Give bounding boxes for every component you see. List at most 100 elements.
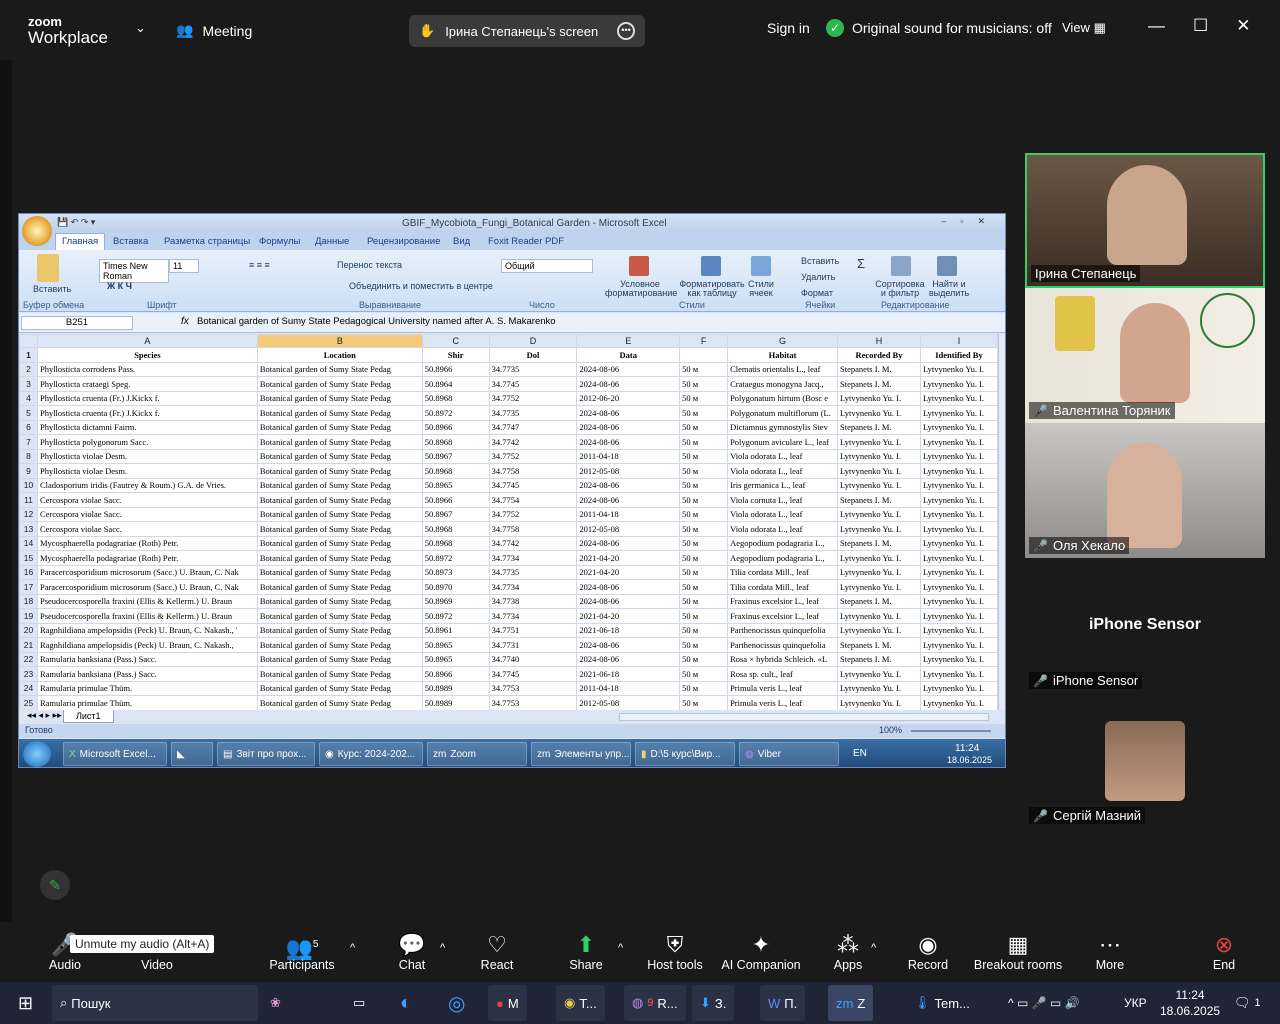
cell[interactable]: 50 м — [679, 622, 729, 638]
cell[interactable]: Viola odorata L., leaf — [727, 506, 839, 522]
cell[interactable]: Lytvynenko Yu. I. — [837, 434, 921, 450]
cell[interactable]: Botanical garden of Sumy State Pedag — [256, 680, 423, 696]
host-lang[interactable]: УКР — [1116, 985, 1155, 1021]
cell[interactable]: 34.7731 — [488, 637, 578, 653]
cell[interactable]: Lytvynenko Yu. I. — [837, 579, 921, 595]
view-button[interactable]: View ▦ — [1062, 20, 1106, 36]
cell[interactable]: Lytvynenko Yu. I. — [919, 666, 998, 682]
cell[interactable]: Phyllosticta polygonorum Sacc. — [36, 434, 258, 450]
column-header[interactable]: B — [256, 334, 423, 348]
cell[interactable]: 50.8968 — [421, 434, 490, 450]
taskbar-downloads[interactable]: ⬇ З. — [692, 985, 735, 1021]
row-number[interactable]: 24 — [19, 680, 38, 696]
cell[interactable]: Aegopodium podagraria L., — [727, 550, 839, 566]
cell[interactable]: Botanical garden of Sumy State Pedag — [256, 651, 423, 667]
cell[interactable]: 34.7734 — [488, 608, 578, 624]
notifications-icon[interactable]: 🗨 1 — [1226, 985, 1269, 1021]
select-all-corner[interactable] — [19, 334, 38, 348]
row-number[interactable]: 18 — [19, 593, 38, 609]
cell[interactable]: Lytvynenko Yu. I. — [919, 376, 998, 392]
host-clock[interactable]: 11:24 18.06.2025 — [1160, 987, 1220, 1019]
cell[interactable]: Lytvynenko Yu. I. — [919, 608, 998, 624]
column-header[interactable]: D — [488, 334, 578, 348]
edge-icon[interactable]: ◐ — [392, 985, 420, 1021]
cell[interactable]: 2024-08-06 — [576, 579, 681, 595]
cell[interactable]: 50 м — [679, 608, 729, 624]
cell[interactable]: 50.8989 — [421, 695, 490, 710]
paste-icon[interactable] — [37, 254, 59, 282]
column-header[interactable]: F — [679, 334, 729, 348]
conditional-format-icon[interactable] — [629, 256, 649, 276]
cell[interactable]: 50 м — [679, 564, 729, 580]
row-number[interactable]: 16 — [19, 564, 38, 580]
task-chrome[interactable]: ◉ Курс: 2024-202... — [319, 742, 423, 766]
cell[interactable]: Botanical garden of Sumy State Pedag — [256, 593, 423, 609]
cell[interactable]: Botanical garden of Sumy State Pedag — [256, 390, 423, 406]
task-vs[interactable]: ◣ — [171, 742, 213, 766]
cell[interactable]: 34.7752 — [488, 506, 578, 522]
cell[interactable]: Lytvynenko Yu. I. — [919, 521, 998, 537]
row-number[interactable]: 13 — [19, 521, 38, 537]
cell[interactable]: 50.8970 — [421, 579, 490, 595]
cell[interactable]: 2021-06-18 — [576, 666, 681, 682]
cell[interactable]: 50 м — [679, 361, 729, 377]
cell[interactable]: Lytvynenko Yu. I. — [837, 521, 921, 537]
cell[interactable]: 2021-06-18 — [576, 622, 681, 638]
participant-tile-4[interactable]: iPhone Sensor 🎤 iPhone Sensor — [1025, 558, 1265, 693]
cell[interactable]: 34.7742 — [488, 434, 578, 450]
cell[interactable]: 50.8989 — [421, 680, 490, 696]
cell[interactable]: Primula veris L., leaf — [727, 680, 839, 696]
task-word[interactable]: ▤ Звіт про прох... — [217, 742, 315, 766]
cell[interactable]: 2011-04-18 — [576, 448, 681, 464]
cell[interactable]: Lytvynenko Yu. I. — [837, 695, 921, 710]
cell[interactable]: Viola odorata L., leaf — [727, 521, 839, 537]
meeting-menu[interactable]: 👥 Meeting — [176, 22, 252, 39]
cell[interactable]: Clematis orientalis L., leaf — [727, 361, 839, 377]
cell[interactable]: Cercospora violae Sacc. — [36, 521, 258, 537]
taskbar-weather[interactable]: 🌡 Tem... — [906, 985, 978, 1021]
tab-formulas[interactable]: Формулы — [259, 236, 300, 247]
cell[interactable]: Tilia cordata Mill., leaf — [727, 579, 839, 595]
cell[interactable]: 50.8966 — [421, 419, 490, 435]
participant-tile-3[interactable]: 🎤 Оля Хекало — [1025, 423, 1265, 558]
cell[interactable]: 50 м — [679, 535, 729, 551]
cell[interactable]: Location — [256, 347, 423, 363]
cell[interactable]: Lytvynenko Yu. I. — [919, 695, 998, 710]
cell[interactable]: Mycosphaerella podagrariae (Roth) Petr. — [36, 550, 258, 566]
cell[interactable]: Stepanets I. M. — [837, 651, 921, 667]
cell[interactable]: Lytvynenko Yu. I. — [837, 608, 921, 624]
cell[interactable]: Lytvynenko Yu. I. — [837, 448, 921, 464]
row-number[interactable]: 2 — [19, 361, 38, 377]
screen-share-indicator[interactable]: ✋ Ірина Степанець's screen ••• — [409, 15, 645, 47]
cell[interactable]: 34.7735 — [488, 361, 578, 377]
row-number[interactable]: 12 — [19, 506, 38, 522]
cell[interactable]: Identified By — [919, 347, 998, 363]
cell[interactable]: Cercospora violae Sacc. — [36, 506, 258, 522]
cell[interactable]: 2024-08-06 — [576, 535, 681, 551]
cell[interactable]: Lytvynenko Yu. I. — [919, 434, 998, 450]
chevron-down-icon[interactable]: ⌄ — [135, 20, 146, 36]
windows-start-icon[interactable]: ⊞ — [10, 985, 41, 1021]
cell[interactable]: 34.7758 — [488, 521, 578, 537]
cell[interactable]: Viola odorata L., leaf — [727, 463, 839, 479]
cell[interactable]: Lytvynenko Yu. I. — [919, 361, 998, 377]
row-number[interactable]: 19 — [19, 608, 38, 624]
cell[interactable]: 2021-04-20 — [576, 608, 681, 624]
row-number[interactable]: 9 — [19, 463, 38, 479]
row-number[interactable]: 4 — [19, 390, 38, 406]
cell[interactable]: Lytvynenko Yu. I. — [919, 419, 998, 435]
column-header[interactable]: C — [421, 334, 490, 348]
cell[interactable]: Lytvynenko Yu. I. — [837, 680, 921, 696]
format-cells-button[interactable]: Формат — [801, 288, 833, 298]
row-number[interactable]: 8 — [19, 448, 38, 464]
delete-cells-button[interactable]: Удалить — [801, 272, 835, 282]
maximize-icon[interactable]: ☐ — [1193, 16, 1208, 36]
row-number[interactable]: 25 — [19, 695, 38, 710]
cell[interactable]: Botanical garden of Sumy State Pedag — [256, 608, 423, 624]
task-viber[interactable]: ◍ Viber — [739, 742, 839, 766]
cell[interactable]: Lytvynenko Yu. I. — [837, 622, 921, 638]
row-number[interactable]: 3 — [19, 376, 38, 392]
cell[interactable]: 50 м — [679, 477, 729, 493]
fx-icon[interactable]: fx — [181, 316, 189, 327]
cell[interactable]: 2024-08-06 — [576, 361, 681, 377]
